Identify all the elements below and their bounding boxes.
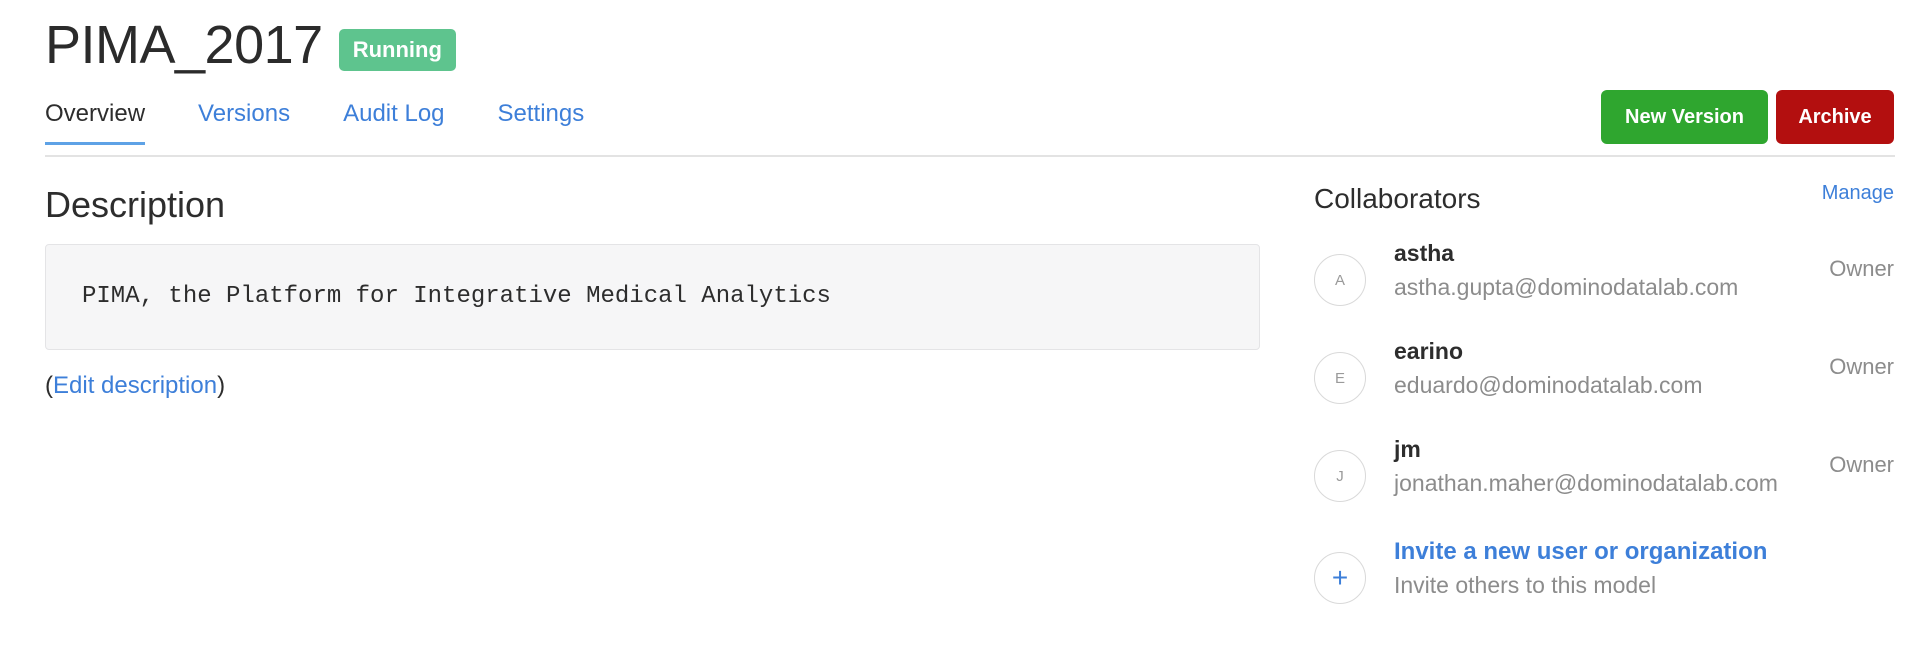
collaborator-row: J jm jonathan.maher@dominodatalab.com Ow… <box>1314 436 1894 514</box>
avatar: E <box>1314 352 1366 404</box>
page-header: PIMA_2017 Running <box>45 14 456 76</box>
tab-versions[interactable]: Versions <box>198 100 290 145</box>
edit-description-link[interactable]: Edit description <box>53 372 217 399</box>
tab-bar: Overview Versions Audit Log Settings <box>45 100 637 145</box>
tab-audit-log[interactable]: Audit Log <box>343 100 444 145</box>
invite-user-link[interactable]: Invite a new user or organization <box>1394 538 1767 566</box>
avatar: A <box>1314 254 1366 306</box>
archive-button[interactable]: Archive <box>1776 90 1894 144</box>
description-heading: Description <box>45 184 226 225</box>
invite-row: + Invite a new user or organization Invi… <box>1314 538 1894 616</box>
collaborator-role: Owner <box>1829 354 1894 379</box>
collaborator-role: Owner <box>1829 452 1894 477</box>
collaborator-row: E earino eduardo@dominodatalab.com Owner <box>1314 338 1894 416</box>
page-title: PIMA_2017 <box>45 15 323 75</box>
collaborator-row: A astha astha.gupta@dominodatalab.com Ow… <box>1314 240 1894 318</box>
collaborator-role: Owner <box>1829 256 1894 281</box>
collaborator-name: jm <box>1394 436 1421 462</box>
model-overview-page: PIMA_2017 Running Overview Versions Audi… <box>0 0 1920 654</box>
plus-icon[interactable]: + <box>1314 552 1366 604</box>
tab-settings[interactable]: Settings <box>498 100 585 145</box>
collaborator-email: eduardo@dominodatalab.com <box>1394 372 1703 398</box>
action-buttons: New Version Archive <box>1601 90 1894 144</box>
collaborators-heading: Collaborators <box>1314 183 1481 214</box>
manage-collaborators-link[interactable]: Manage <box>1822 182 1894 205</box>
edit-close-paren: ) <box>217 372 226 399</box>
tab-overview[interactable]: Overview <box>45 100 146 145</box>
invite-sublabel: Invite others to this model <box>1394 572 1657 598</box>
collaborator-email: astha.gupta@dominodatalab.com <box>1394 274 1739 300</box>
collaborator-email: jonathan.maher@dominodatalab.com <box>1394 470 1778 496</box>
edit-open-paren: ( <box>45 372 53 399</box>
collaborator-name: astha <box>1394 240 1455 266</box>
tab-divider <box>45 155 1895 157</box>
description-box: PIMA, the Platform for Integrative Medic… <box>45 244 1260 350</box>
new-version-button[interactable]: New Version <box>1601 90 1768 144</box>
edit-description: (Edit description) <box>45 372 225 400</box>
collaborator-name: earino <box>1394 338 1464 364</box>
avatar: J <box>1314 450 1366 502</box>
status-badge: Running <box>338 29 456 71</box>
